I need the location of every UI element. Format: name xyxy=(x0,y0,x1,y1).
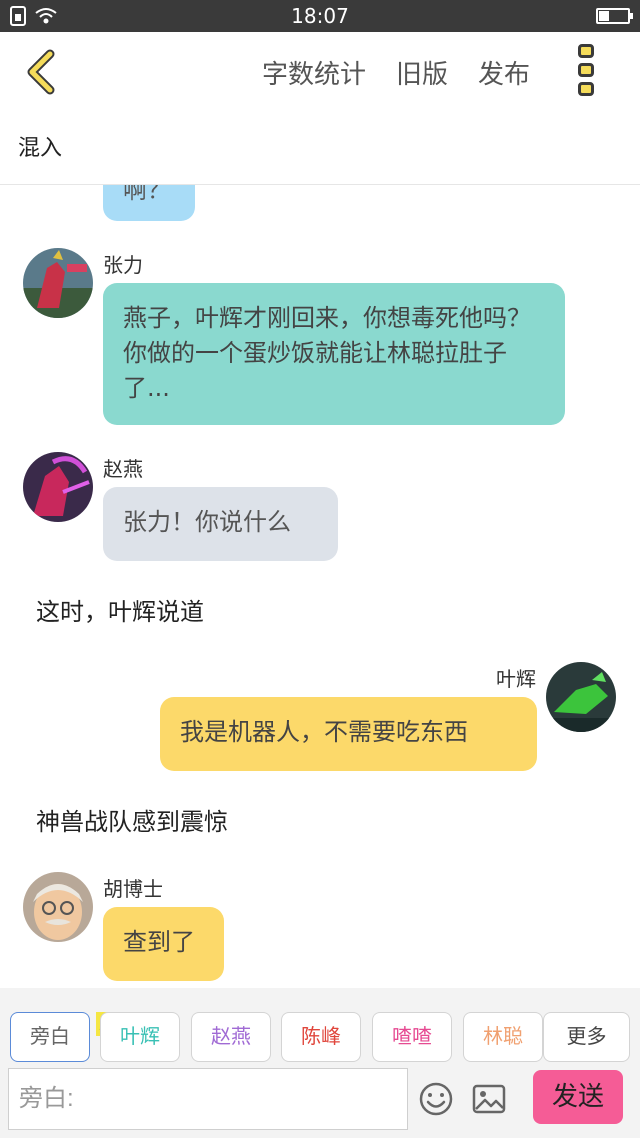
character-avatar-icon xyxy=(546,662,616,732)
message-bubble[interactable]: 查到了 xyxy=(103,907,224,981)
image-icon xyxy=(472,1084,506,1114)
more-dot-icon xyxy=(578,44,594,58)
send-button[interactable]: 发送 xyxy=(533,1070,623,1124)
narration-text[interactable]: 这时，叶辉说道 xyxy=(36,592,204,627)
message-bubble-partial: 啊？ xyxy=(103,185,195,221)
role-tab-yehui[interactable]: 叶辉 xyxy=(100,1012,180,1062)
avatar-yehui[interactable] xyxy=(546,662,616,732)
more-dot-icon xyxy=(578,63,594,77)
image-button[interactable] xyxy=(471,1081,507,1117)
avatar-zhaoyan[interactable] xyxy=(23,452,93,522)
emoji-button[interactable] xyxy=(418,1081,454,1117)
mode-label: 混入 xyxy=(18,136,63,161)
status-bar: 18:07 xyxy=(0,0,640,32)
battery-icon xyxy=(596,8,633,24)
publish-button[interactable]: 发布 xyxy=(478,54,530,91)
role-tab-zhazha[interactable]: 喳喳 xyxy=(372,1012,452,1062)
avatar-hubo[interactable] xyxy=(23,872,93,942)
speaker-name: 胡博士 xyxy=(103,877,163,901)
avatar-zhangli[interactable] xyxy=(23,248,93,318)
character-avatar-icon xyxy=(23,248,93,318)
chat-area[interactable]: 啊？ 张力 燕子，叶辉才刚回来，你想毒死他吗？你做的一个蛋炒饭就能让林聪拉肚子了… xyxy=(0,185,640,988)
more-menu-button[interactable] xyxy=(578,44,600,96)
old-version-button[interactable]: 旧版 xyxy=(396,54,448,91)
role-tab-chenfeng[interactable]: 陈峰 xyxy=(281,1012,361,1062)
role-tab-lincong[interactable]: 林聪 xyxy=(463,1012,543,1062)
speaker-name: 张力 xyxy=(103,253,143,277)
bottom-toolbar: 旁白 主 叶辉 赵燕 陈峰 喳喳 林聪 更多 发送 xyxy=(0,988,640,1138)
chevron-left-icon xyxy=(27,49,55,95)
speaker-name: 赵燕 xyxy=(103,457,143,481)
message-bubble[interactable]: 我是机器人，不需要吃东西 xyxy=(160,697,537,771)
message-bubble[interactable]: 燕子，叶辉才刚回来，你想毒死他吗？你做的一个蛋炒饭就能让林聪拉肚子了... xyxy=(103,283,565,425)
nav-actions: 字数统计 旧版 发布 xyxy=(262,54,530,91)
status-time: 18:07 xyxy=(291,4,349,28)
back-button[interactable] xyxy=(20,48,64,96)
more-dot-icon xyxy=(578,82,594,96)
narration-text[interactable]: 神兽战队感到震惊 xyxy=(36,802,228,837)
role-tab-zhaoyan[interactable]: 赵燕 xyxy=(191,1012,271,1062)
speaker-name: 叶辉 xyxy=(496,667,536,691)
word-count-button[interactable]: 字数统计 xyxy=(262,54,366,91)
role-tab-narrator[interactable]: 旁白 xyxy=(10,1012,90,1062)
message-bubble[interactable]: 张力！你说什么 xyxy=(103,487,338,561)
top-nav: 字数统计 旧版 发布 xyxy=(0,32,640,112)
message-input[interactable] xyxy=(8,1068,408,1130)
role-tab-more[interactable]: 更多 xyxy=(543,1012,630,1062)
smiley-icon xyxy=(419,1082,453,1116)
character-avatar-icon xyxy=(23,872,93,942)
character-avatar-icon xyxy=(23,452,93,522)
